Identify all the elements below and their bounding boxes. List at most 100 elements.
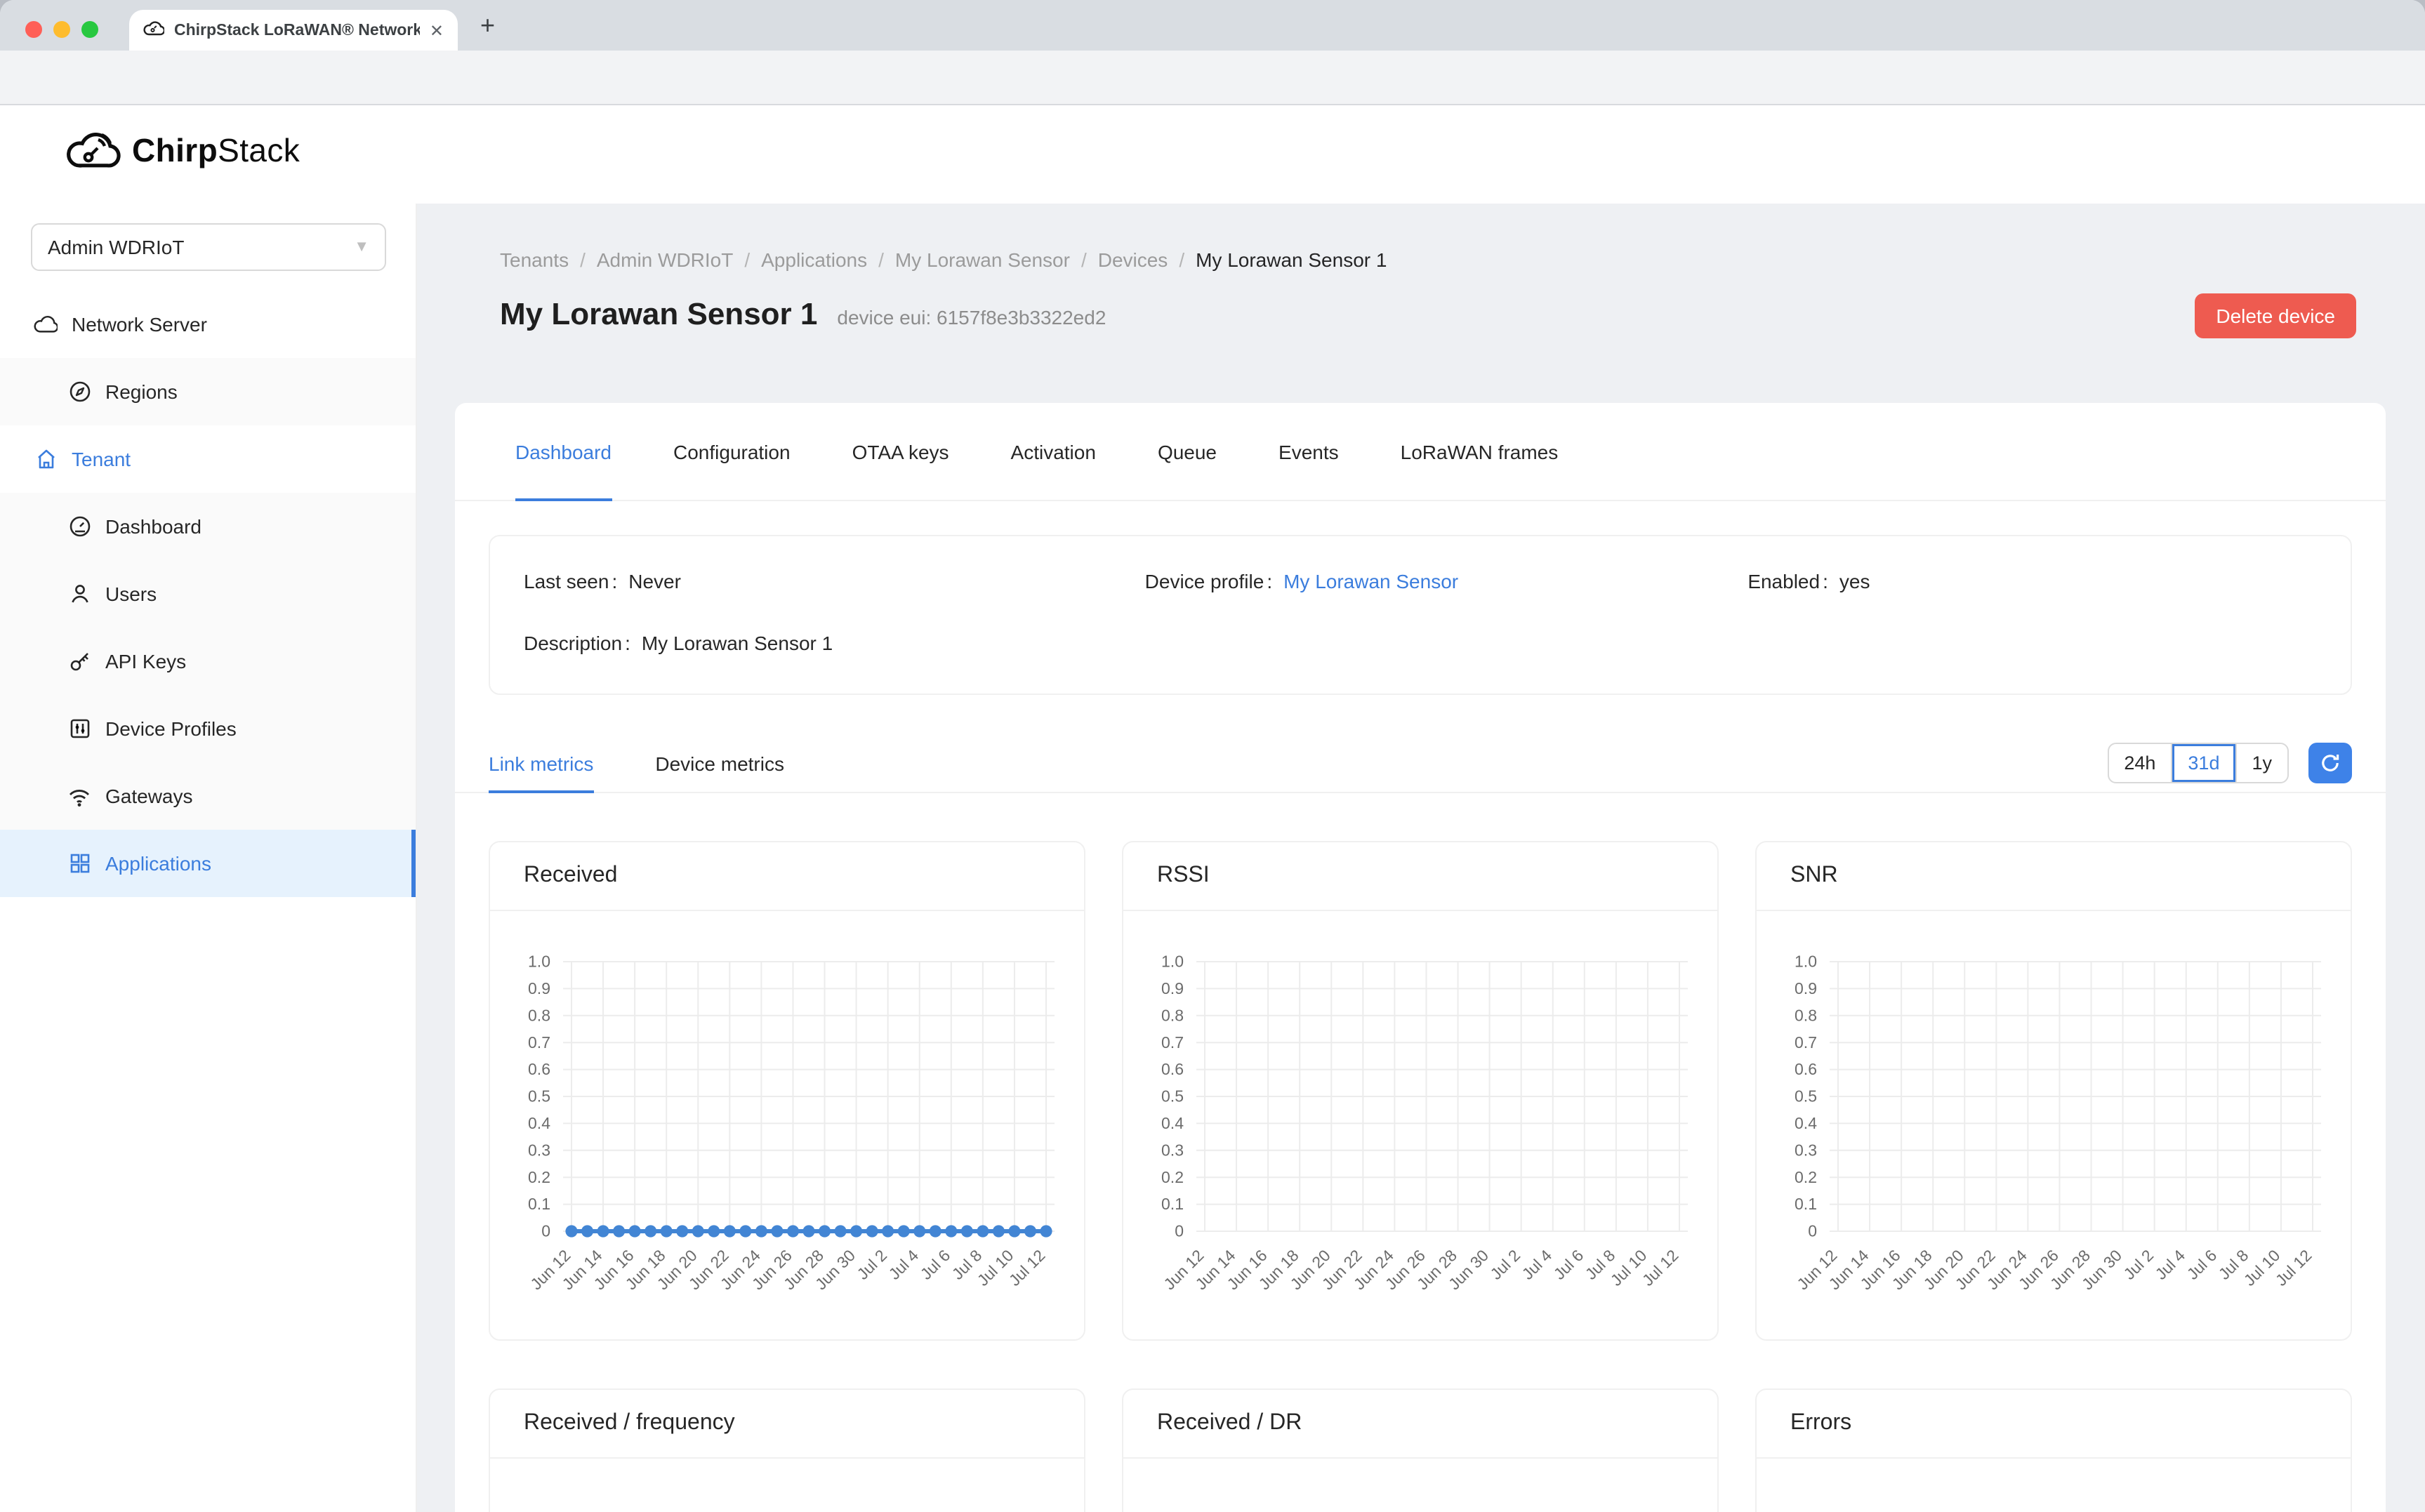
range-option-1y[interactable]: 1y xyxy=(2236,744,2287,782)
svg-text:0.1: 0.1 xyxy=(1161,1195,1184,1213)
svg-text:Jul 12: Jul 12 xyxy=(1005,1246,1049,1289)
sidebar-item-label: Dashboard xyxy=(105,515,201,538)
svg-text:0.6: 0.6 xyxy=(1795,1060,1817,1078)
svg-text:0.5: 0.5 xyxy=(528,1087,550,1106)
svg-text:0.9: 0.9 xyxy=(1795,979,1817,997)
sidebar-item-gateways[interactable]: Gateways xyxy=(0,762,416,830)
breadcrumb-item[interactable]: My Lorawan Sensor xyxy=(895,248,1070,271)
sidebar-item-label: Users xyxy=(105,583,157,605)
tab-configuration[interactable]: Configuration xyxy=(673,403,791,500)
svg-text:0.3: 0.3 xyxy=(1161,1141,1184,1159)
tab-dashboard[interactable]: Dashboard xyxy=(515,403,612,500)
sidebar-item-tenant[interactable]: Tenant xyxy=(0,425,416,493)
svg-text:0.7: 0.7 xyxy=(1161,1033,1184,1052)
svg-text:0.7: 0.7 xyxy=(528,1033,550,1052)
breadcrumb-item[interactable]: Devices xyxy=(1098,248,1168,271)
sidebar-item-device-profiles[interactable]: Device Profiles xyxy=(0,695,416,762)
svg-text:0.6: 0.6 xyxy=(1161,1060,1184,1078)
svg-text:0.2: 0.2 xyxy=(1795,1168,1817,1186)
close-tab-icon[interactable]: ✕ xyxy=(430,20,444,40)
breadcrumb-item: My Lorawan Sensor 1 xyxy=(1196,248,1387,271)
home-icon xyxy=(34,447,58,471)
sidebar-item-network-server[interactable]: Network Server xyxy=(0,291,416,358)
last-seen-value: Never xyxy=(628,570,681,592)
sidebar: Admin WDRIoT ▼ Network Server RegionsTena… xyxy=(0,204,417,1512)
chart-canvas: 1.00.90.80.70.60.50.40.30.20.10Jun 12Jun… xyxy=(1757,914,2352,1332)
sidebar-item-label: API Keys xyxy=(105,650,186,672)
close-window-button[interactable] xyxy=(25,21,42,38)
browser-toolbar: https:// a-b0cf-... VPN xyxy=(0,51,2425,105)
last-seen-field: Last seen:Never xyxy=(524,570,1145,592)
svg-text:0.5: 0.5 xyxy=(1161,1087,1184,1106)
main-content: Tenants / Admin WDRIoT / Applications / My Lor… xyxy=(417,204,2425,1512)
svg-text:Jul 6: Jul 6 xyxy=(917,1246,954,1283)
svg-text:Jul 10: Jul 10 xyxy=(2240,1246,2284,1289)
refresh-button[interactable] xyxy=(2308,743,2352,783)
favicon-chirpstack-icon xyxy=(143,18,164,43)
tab-lorawan-frames[interactable]: LoRaWAN frames xyxy=(1401,403,1559,500)
tab-link-metrics[interactable]: Link metrics xyxy=(489,734,593,792)
range-option-24h[interactable]: 24h xyxy=(2108,744,2172,782)
tab-queue[interactable]: Queue xyxy=(1158,403,1217,500)
chart-canvas: 1.00.90.80.70.60.50.40.30.20.10Jun 12Jun… xyxy=(1123,914,1719,1332)
device-profile-field: Device profile:My Lorawan Sensor xyxy=(1145,570,1748,592)
brand-name: ChirpStack xyxy=(132,131,300,169)
breadcrumb-item[interactable]: Tenants xyxy=(500,248,569,271)
description-value: My Lorawan Sensor 1 xyxy=(642,632,833,654)
breadcrumb-separator: / xyxy=(1081,248,1087,271)
device-card: Dashboard Configuration OTAA keys Activatio… xyxy=(455,403,2386,1512)
chart-card-received: Received1.00.90.80.70.60.50.40.30.20.10J… xyxy=(489,841,1085,1341)
delete-device-button[interactable]: Delete device xyxy=(2195,293,2356,338)
sidebar-item-api-keys[interactable]: API Keys xyxy=(0,628,416,695)
enabled-field: Enabled:yes xyxy=(1747,570,2351,592)
svg-text:Jul 2: Jul 2 xyxy=(1486,1246,1524,1283)
page-title: My Lorawan Sensor 1 xyxy=(500,296,817,333)
chirpstack-logo[interactable]: ChirpStack xyxy=(65,128,300,173)
range-option-31d[interactable]: 31d xyxy=(2172,744,2236,782)
svg-text:Jul 4: Jul 4 xyxy=(2152,1246,2189,1283)
tab-activation[interactable]: Activation xyxy=(1011,403,1096,500)
tenant-select[interactable]: Admin WDRIoT ▼ xyxy=(31,223,386,271)
svg-text:0.4: 0.4 xyxy=(1161,1114,1184,1132)
svg-text:0.4: 0.4 xyxy=(1795,1114,1817,1132)
browser-tab[interactable]: ChirpStack LoRaWAN® Network ✕ xyxy=(129,10,458,51)
svg-text:0.8: 0.8 xyxy=(1161,1006,1184,1024)
svg-text:Jul 10: Jul 10 xyxy=(1607,1246,1651,1289)
breadcrumb-separator: / xyxy=(878,248,884,271)
svg-text:Jul 6: Jul 6 xyxy=(2183,1246,2221,1283)
browser-tab-strip: ChirpStack LoRaWAN® Network ✕ + xyxy=(0,0,2425,51)
svg-text:0: 0 xyxy=(541,1222,550,1240)
svg-text:0: 0 xyxy=(1808,1222,1817,1240)
breadcrumb-item[interactable]: Applications xyxy=(761,248,867,271)
chart-card-errors: Errors xyxy=(1755,1388,2352,1512)
svg-text:0.2: 0.2 xyxy=(528,1168,550,1186)
sidebar-item-label: Network Server xyxy=(72,313,207,336)
device-profile-link[interactable]: My Lorawan Sensor xyxy=(1283,570,1458,592)
svg-text:0.8: 0.8 xyxy=(528,1006,550,1024)
svg-text:Jul 10: Jul 10 xyxy=(974,1246,1017,1289)
sidebar-item-dashboard[interactable]: Dashboard xyxy=(0,493,416,560)
svg-text:0.1: 0.1 xyxy=(1795,1195,1817,1213)
tab-events[interactable]: Events xyxy=(1278,403,1339,500)
breadcrumb-separator: / xyxy=(580,248,586,271)
svg-text:0.9: 0.9 xyxy=(1161,979,1184,997)
svg-text:Jul 6: Jul 6 xyxy=(1550,1246,1587,1283)
tab-device-metrics[interactable]: Device metrics xyxy=(655,734,784,792)
breadcrumb-item[interactable]: Admin WDRIoT xyxy=(597,248,733,271)
chart-card-received-dr: Received / DR xyxy=(1122,1388,1719,1512)
minimize-window-button[interactable] xyxy=(53,21,70,38)
chart-canvas: 1.00.90.80.70.60.50.40.30.20.10Jun 12Jun… xyxy=(490,914,1085,1332)
metrics-tabs: Link metrics Device metrics 24h31d1y xyxy=(455,734,2386,793)
tab-otaa-keys[interactable]: OTAA keys xyxy=(852,403,949,500)
svg-text:0.5: 0.5 xyxy=(1795,1087,1817,1106)
new-tab-button[interactable]: + xyxy=(480,11,495,41)
zoom-window-button[interactable] xyxy=(81,21,98,38)
sidebar-item-regions[interactable]: Regions xyxy=(0,358,416,425)
sidebar-item-users[interactable]: Users xyxy=(0,560,416,628)
sidebar-item-applications[interactable]: Applications xyxy=(0,830,416,897)
dashboard-icon xyxy=(67,515,91,538)
chart-card-received-frequency: Received / frequency xyxy=(489,1388,1085,1512)
svg-text:Jul 4: Jul 4 xyxy=(885,1246,923,1283)
chart-title: Received xyxy=(490,842,1084,911)
svg-text:0.1: 0.1 xyxy=(528,1195,550,1213)
